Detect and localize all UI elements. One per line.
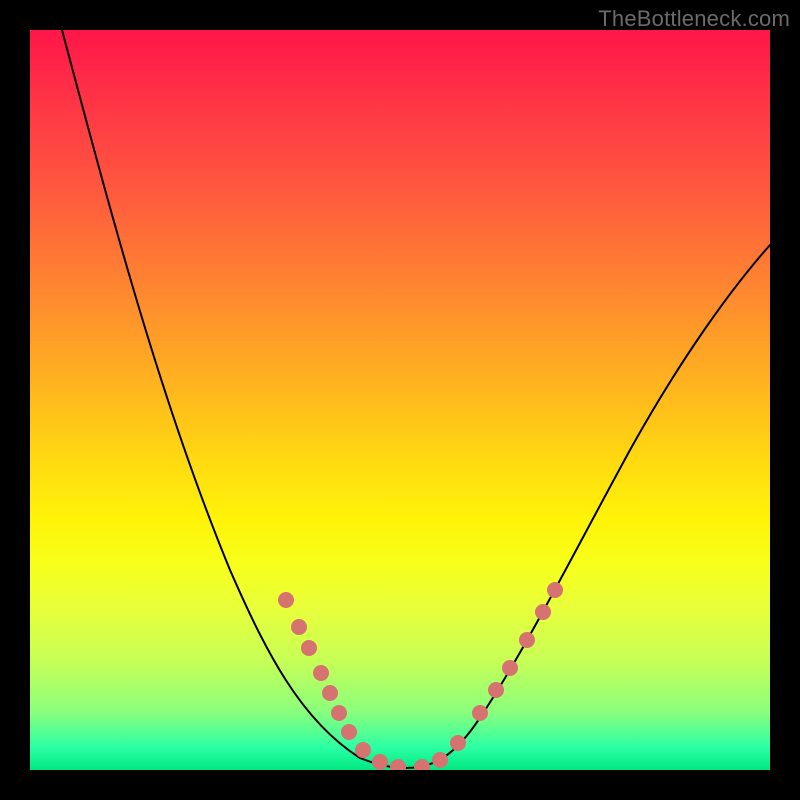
data-marker [502, 660, 518, 676]
data-marker [372, 754, 388, 770]
watermark-text: TheBottleneck.com [598, 6, 790, 32]
data-marker [547, 582, 563, 598]
data-marker [331, 705, 347, 721]
data-marker [488, 682, 504, 698]
data-marker [278, 592, 294, 608]
data-marker [535, 604, 551, 620]
data-marker [341, 724, 357, 740]
data-marker [472, 705, 488, 721]
data-marker [390, 759, 406, 770]
markers [278, 582, 563, 770]
data-marker [519, 632, 535, 648]
curve-left [62, 30, 405, 768]
data-marker [450, 735, 466, 751]
chart-frame: TheBottleneck.com [0, 0, 800, 800]
plot-area [30, 30, 770, 770]
data-marker [313, 665, 329, 681]
curve-right [405, 245, 770, 768]
data-marker [414, 759, 430, 770]
data-marker [355, 742, 371, 758]
data-marker [291, 619, 307, 635]
data-marker [301, 640, 317, 656]
data-marker [432, 752, 448, 768]
data-marker [322, 685, 338, 701]
chart-svg [30, 30, 770, 770]
